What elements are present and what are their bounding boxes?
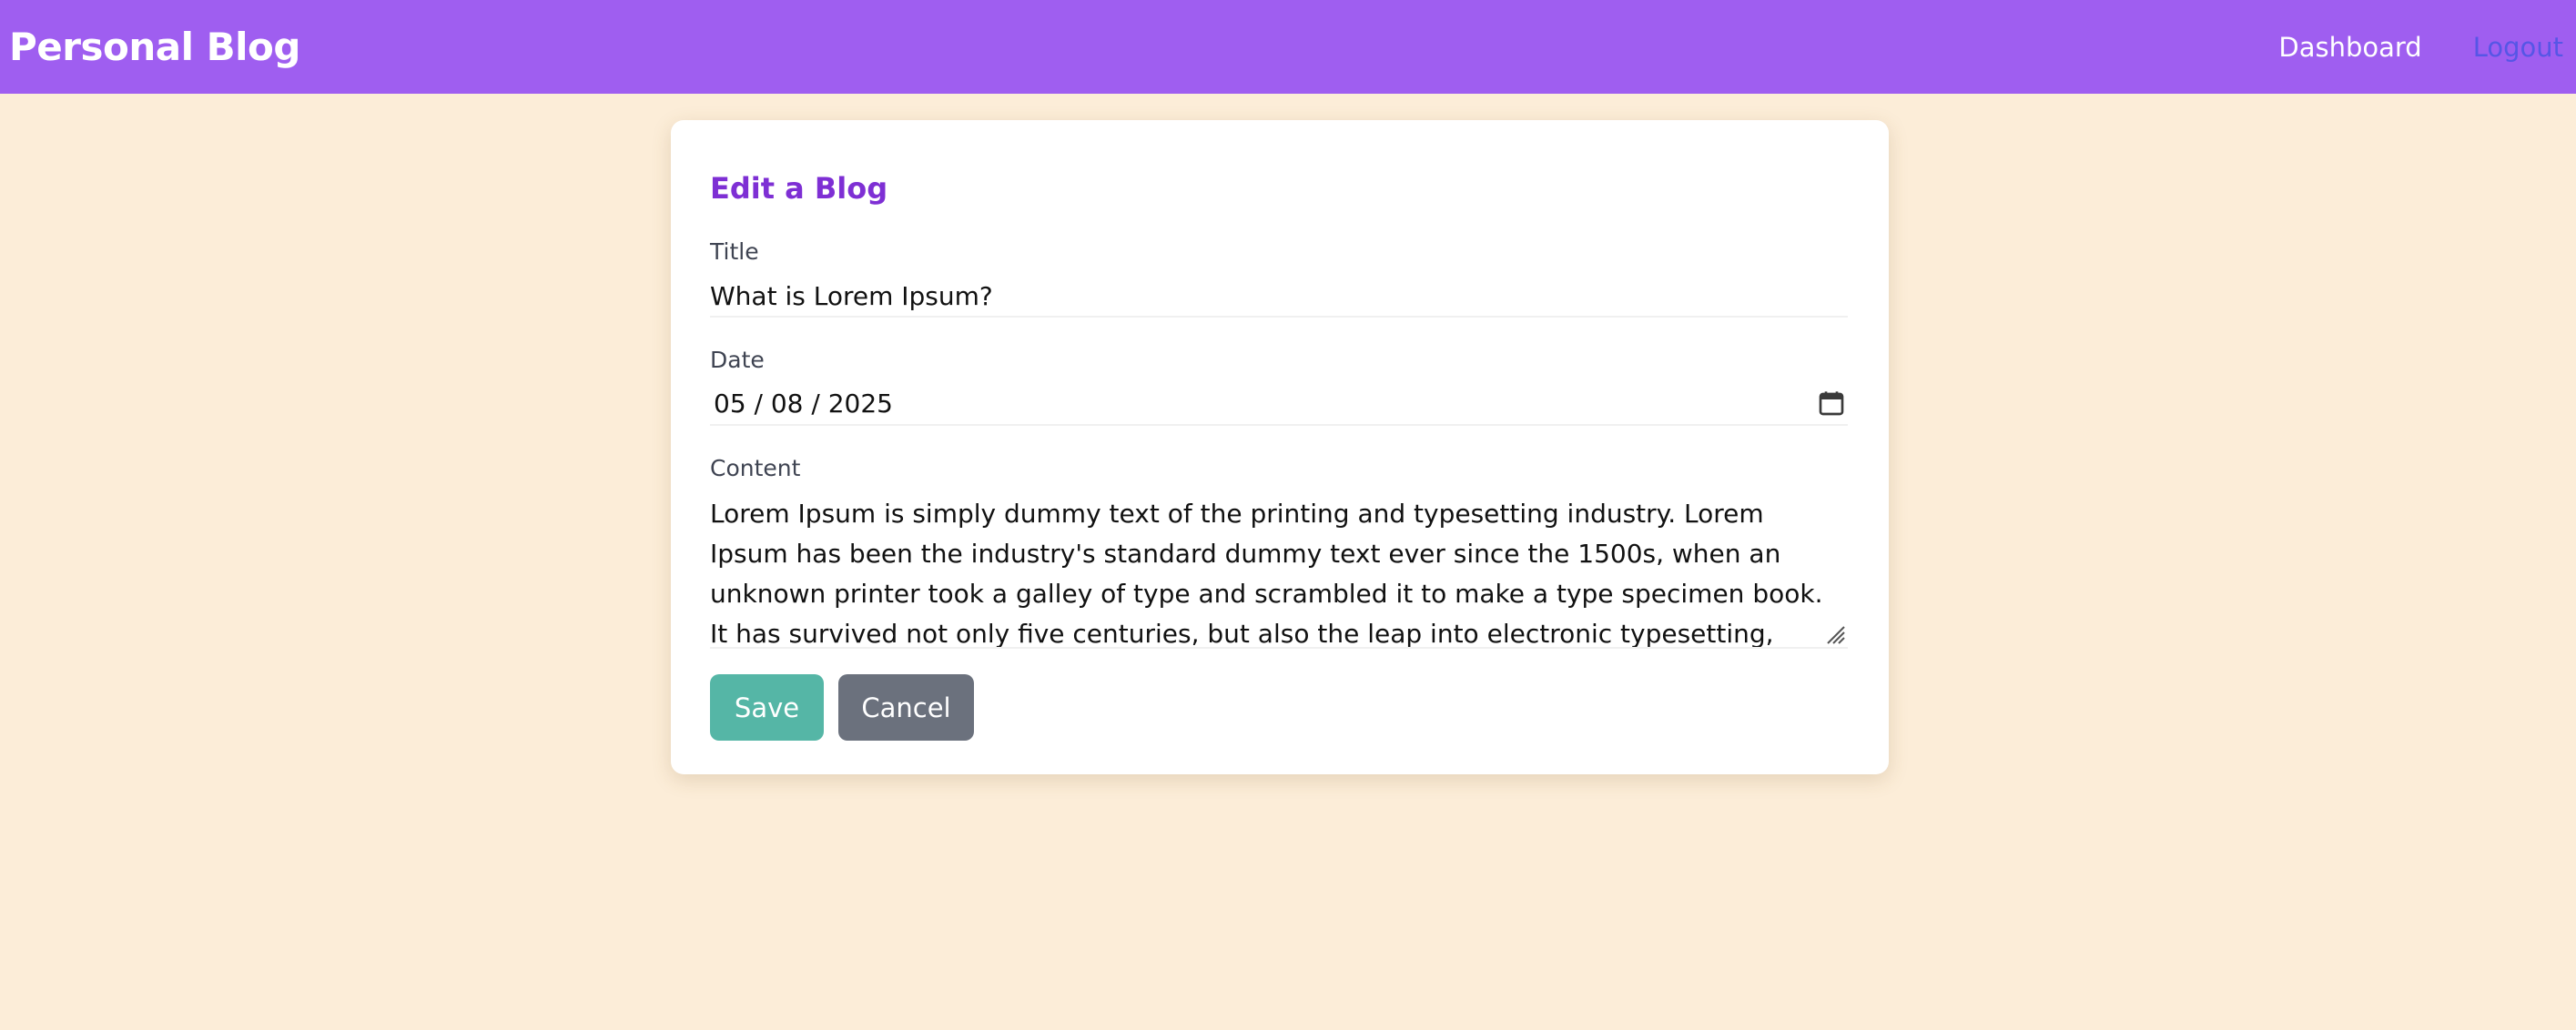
content-textarea[interactable]: Lorem Ipsum is simply dummy text of the …: [710, 492, 1848, 650]
top-navbar: Personal Blog Dashboard Logout: [0, 0, 2576, 94]
nav-links: Dashboard Logout: [2278, 32, 2567, 63]
edit-blog-card: Edit a Blog Title What is Lorem Ipsum? D…: [671, 120, 1889, 774]
logout-link[interactable]: Logout: [2473, 32, 2563, 63]
cancel-button[interactable]: Cancel: [838, 674, 974, 742]
content-text: Lorem Ipsum is simply dummy text of the …: [710, 499, 1823, 650]
form-actions: Save Cancel: [710, 674, 1850, 742]
calendar-icon[interactable]: [1817, 389, 1846, 418]
title-label: Title: [710, 238, 759, 266]
content-label: Content: [710, 455, 801, 482]
resize-handle-icon[interactable]: [1822, 621, 1846, 645]
date-label: Date: [710, 347, 765, 374]
page-title: Edit a Blog: [710, 171, 888, 206]
date-value: 05 / 08 / 2025: [714, 388, 893, 419]
dashboard-link[interactable]: Dashboard: [2278, 32, 2421, 63]
site-brand[interactable]: Personal Blog: [9, 25, 300, 69]
save-button[interactable]: Save: [710, 674, 824, 742]
date-input[interactable]: 05 / 08 / 2025: [710, 382, 1848, 427]
title-input[interactable]: What is Lorem Ipsum?: [710, 276, 1848, 318]
